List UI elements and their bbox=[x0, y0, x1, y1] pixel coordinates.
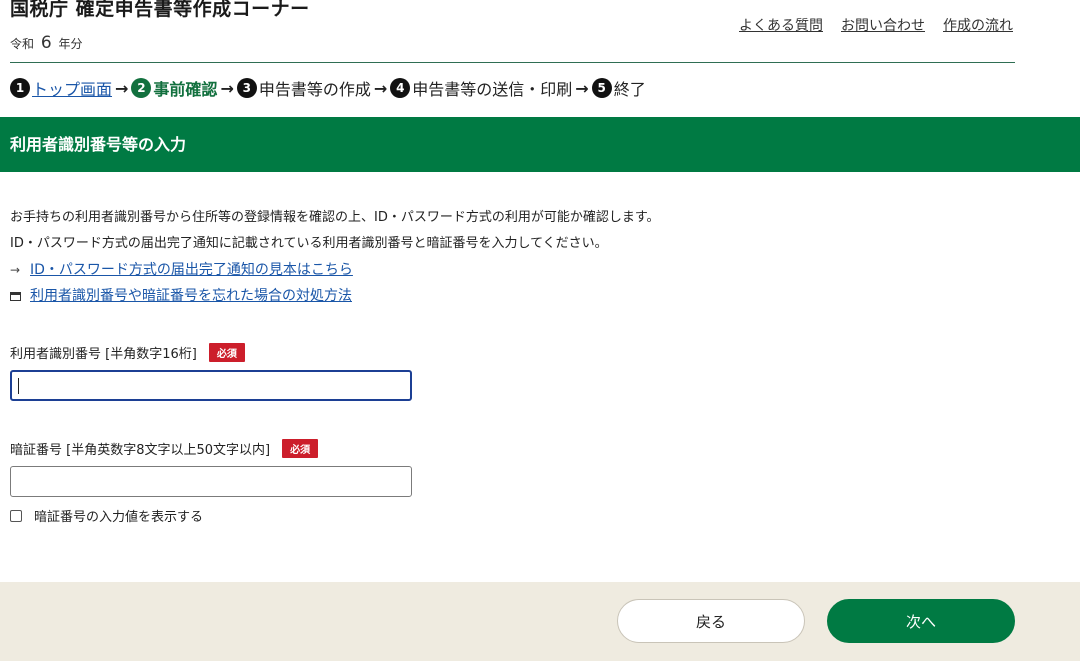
description-line-1: お手持ちの利用者識別番号から住所等の登録情報を確認の上、ID・パスワード方式の利… bbox=[10, 210, 660, 225]
step-number-icon: 3 bbox=[236, 78, 257, 98]
site-title: 国税庁 確定申告書等作成コーナー bbox=[10, 0, 310, 20]
pin-input[interactable] bbox=[10, 466, 412, 497]
text-caret bbox=[18, 378, 19, 394]
section-banner: 利用者識別番号等の入力 bbox=[0, 117, 1080, 172]
arrow-right-icon: → bbox=[373, 78, 388, 98]
show-pin-option[interactable]: 暗証番号の入力値を表示する bbox=[10, 506, 203, 525]
arrow-right-icon: → bbox=[575, 78, 589, 98]
step-number-icon: 2 bbox=[131, 78, 152, 98]
step-number-icon: 1 bbox=[10, 78, 30, 98]
description-line-2: ID・パスワード方式の届出完了通知に記載されている利用者識別番号と暗証番号を入力… bbox=[10, 236, 608, 251]
show-pin-checkbox[interactable] bbox=[10, 509, 22, 522]
required-badge: 必須 bbox=[208, 343, 245, 362]
arrow-right-icon: → bbox=[115, 78, 129, 98]
step-label[interactable]: トップ画面 bbox=[32, 76, 112, 100]
year-suffix: 年分 bbox=[58, 37, 83, 51]
pin-label-text: 暗証番号 [半角英数字8文字以上50文字以内] bbox=[10, 443, 271, 458]
step-label: 終了 bbox=[613, 80, 646, 99]
step-number-icon: 4 bbox=[390, 78, 411, 98]
show-pin-label: 暗証番号の入力値を表示する bbox=[34, 510, 204, 525]
flow-link[interactable]: 作成の流れ bbox=[943, 15, 1013, 35]
user-id-label-text: 利用者識別番号 [半角数字16桁] bbox=[10, 347, 197, 362]
new-window-icon bbox=[10, 291, 30, 301]
step-create: 3 申告書等の作成 bbox=[236, 76, 371, 100]
step-top[interactable]: 1 トップ画面 bbox=[10, 76, 112, 100]
required-badge: 必須 bbox=[282, 439, 319, 458]
progress-steps: 1 トップ画面 → 2 事前確認 → 3 申告書等の作成 → 4 申告書等の送信… bbox=[10, 76, 646, 100]
page: 国税庁 確定申告書等作成コーナー 令和 6 年分 よくある質問 お問い合わせ 作… bbox=[0, 0, 1080, 661]
step-label: 事前確認 bbox=[153, 80, 218, 99]
step-preconfirm: 2 事前確認 bbox=[131, 76, 217, 100]
step-send-print: 4 申告書等の送信・印刷 bbox=[390, 76, 572, 100]
forgot-link-row: 利用者識別番号や暗証番号を忘れた場合の対処方法 bbox=[10, 283, 660, 309]
back-button[interactable]: 戻る bbox=[617, 599, 805, 643]
sample-notice-link[interactable]: ID・パスワード方式の届出完了通知の見本はこちら bbox=[30, 257, 353, 283]
pin-label: 暗証番号 [半角英数字8文字以上50文字以内] 必須 bbox=[10, 439, 319, 458]
year-number: 6 bbox=[40, 33, 52, 53]
description: お手持ちの利用者識別番号から住所等の登録情報を確認の上、ID・パスワード方式の利… bbox=[10, 205, 660, 309]
step-label: 申告書等の作成 bbox=[258, 80, 371, 99]
header-links: よくある質問 お問い合わせ 作成の流れ bbox=[739, 15, 1013, 35]
step-number-icon: 5 bbox=[591, 78, 612, 98]
step-finish: 5 終了 bbox=[591, 76, 646, 100]
forgot-credentials-link[interactable]: 利用者識別番号や暗証番号を忘れた場合の対処方法 bbox=[30, 283, 352, 309]
arrow-right-icon: → bbox=[10, 263, 21, 277]
step-label: 申告書等の送信・印刷 bbox=[412, 80, 573, 99]
user-id-input[interactable] bbox=[10, 370, 412, 401]
faq-link[interactable]: よくある質問 bbox=[739, 15, 823, 35]
footer-bar: 戻る 次へ bbox=[0, 582, 1080, 661]
sample-notice-link-row: → ID・パスワード方式の届出完了通知の見本はこちら bbox=[10, 257, 660, 283]
user-id-label: 利用者識別番号 [半角数字16桁] 必須 bbox=[10, 343, 245, 362]
tax-year: 令和 6 年分 bbox=[10, 33, 83, 53]
contact-link[interactable]: お問い合わせ bbox=[841, 15, 925, 35]
site-header: 国税庁 確定申告書等作成コーナー 令和 6 年分 よくある質問 お問い合わせ 作… bbox=[10, 0, 1015, 63]
next-button[interactable]: 次へ bbox=[827, 599, 1015, 643]
year-prefix: 令和 bbox=[10, 37, 35, 51]
arrow-right-icon: → bbox=[220, 78, 234, 98]
